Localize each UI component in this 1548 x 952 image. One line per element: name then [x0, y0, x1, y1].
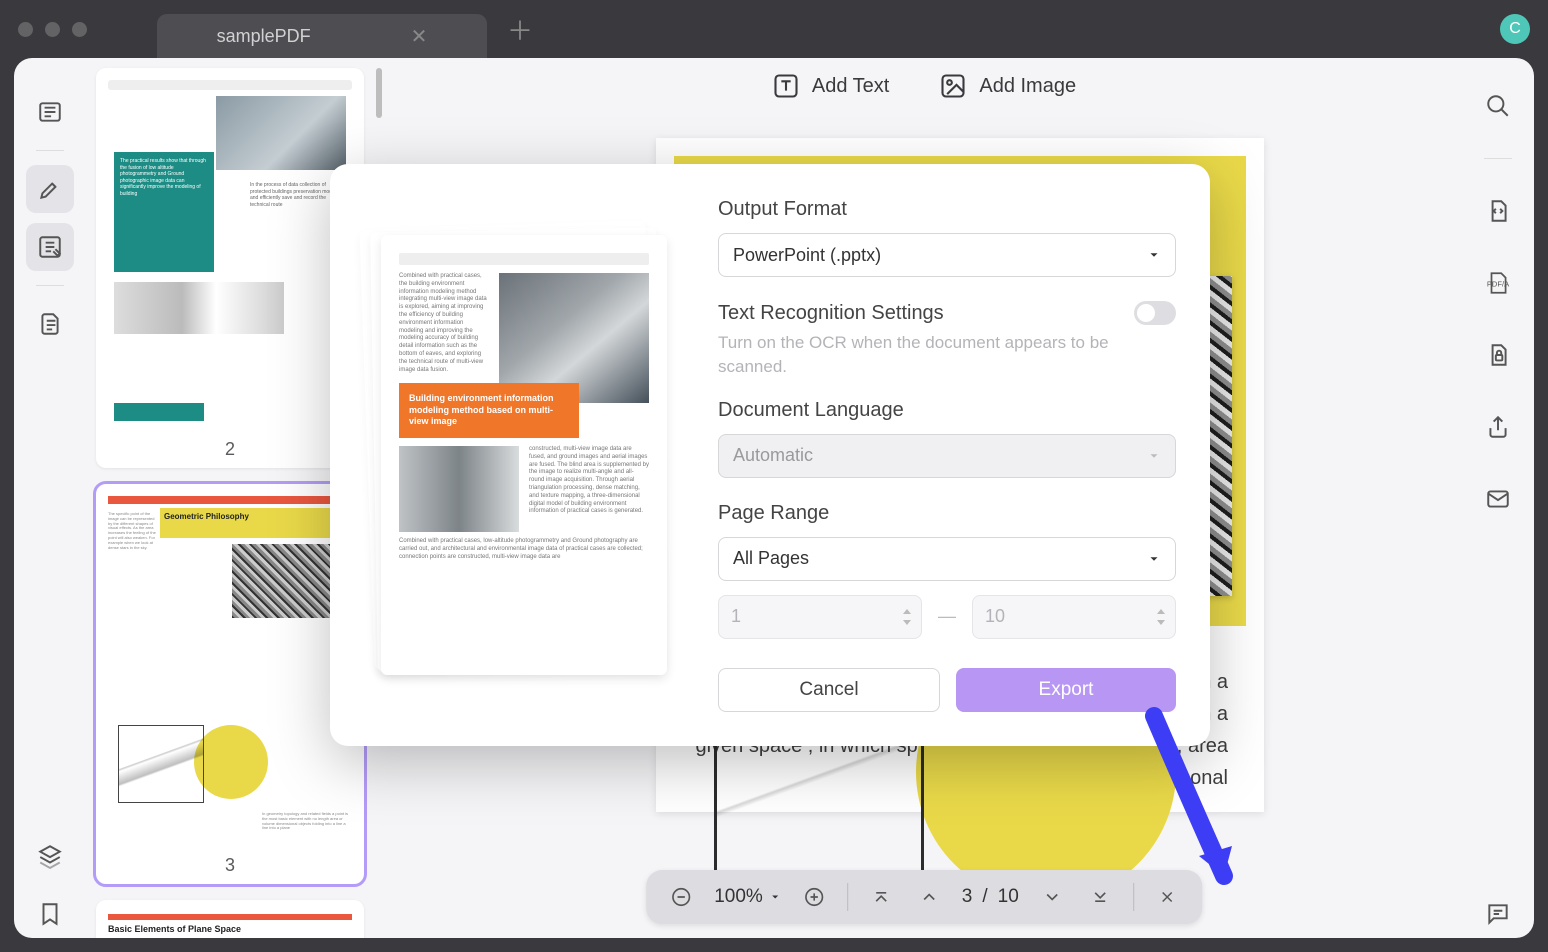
edit-toolbar: Add Text Add Image: [386, 72, 1462, 100]
separator: [847, 883, 848, 911]
ocr-label: Text Recognition Settings: [718, 302, 944, 325]
document-tab[interactable]: samplePDF ✕: [157, 14, 487, 58]
next-page-icon[interactable]: [1037, 882, 1067, 912]
ocr-hint: Turn on the OCR when the document appear…: [718, 331, 1176, 379]
traffic-min[interactable]: [45, 22, 60, 37]
highlight-tool-icon[interactable]: [26, 165, 74, 213]
edit-text-tool-icon[interactable]: [26, 223, 74, 271]
comment-icon[interactable]: [1474, 890, 1522, 938]
protect-icon[interactable]: [1474, 331, 1522, 379]
traffic-close[interactable]: [18, 22, 33, 37]
last-page-icon[interactable]: [1085, 882, 1115, 912]
page-range-select[interactable]: All Pages: [718, 537, 1176, 581]
zoom-in-icon[interactable]: [799, 882, 829, 912]
thumbnail-page-3[interactable]: Geometric Philosophy The specific point …: [96, 484, 364, 884]
preview-heading: Building environment information modelin…: [399, 383, 579, 438]
page-range-label: Page Range: [718, 502, 1176, 525]
export-dialog: Combined with practical cases, the build…: [330, 164, 1210, 746]
thumb-title: Geometric Philosophy: [160, 508, 352, 538]
thumbnail-page-number: 3: [100, 847, 360, 880]
mail-icon[interactable]: [1474, 475, 1522, 523]
search-icon[interactable]: [1474, 82, 1522, 130]
view-controls-bar: 100% 3 / 10: [646, 870, 1202, 924]
scrollbar[interactable]: [376, 68, 382, 118]
language-select: Automatic: [718, 434, 1176, 478]
zoom-out-icon[interactable]: [666, 882, 696, 912]
separator: [1133, 883, 1134, 911]
close-icon[interactable]: ✕: [411, 24, 428, 49]
separator: [36, 150, 64, 151]
thumbnail-page-4[interactable]: Basic Elements of Plane Space: [96, 900, 364, 938]
thumbnail-page-2[interactable]: The practical results show that through …: [96, 68, 364, 468]
user-avatar[interactable]: C: [1500, 14, 1530, 44]
output-format-label: Output Format: [718, 198, 1176, 221]
right-toolbar: PDF/A: [1462, 58, 1534, 938]
ocr-toggle[interactable]: [1134, 301, 1176, 325]
zoom-level-select[interactable]: 100%: [714, 886, 781, 908]
tab-title: samplePDF: [217, 26, 311, 47]
titlebar: samplePDF ✕ ＋ C: [0, 0, 1548, 58]
pages-tool-icon[interactable]: [26, 300, 74, 348]
pdfa-icon[interactable]: PDF/A: [1474, 259, 1522, 307]
prev-page-icon[interactable]: [914, 882, 944, 912]
range-to-input: 10: [972, 595, 1176, 639]
page-indicator[interactable]: 3 / 10: [962, 886, 1019, 908]
bookmark-icon[interactable]: [26, 890, 74, 938]
left-toolbar: [14, 58, 86, 938]
language-label: Document Language: [718, 399, 1176, 422]
separator: [36, 285, 64, 286]
first-page-icon[interactable]: [866, 882, 896, 912]
window-controls: [18, 22, 87, 37]
chevron-down-icon: [1147, 552, 1161, 566]
convert-icon[interactable]: [1474, 187, 1522, 235]
range-from-input: 1: [718, 595, 922, 639]
chevron-down-icon: [1147, 449, 1161, 463]
svg-text:PDF/A: PDF/A: [1487, 279, 1510, 288]
output-format-select[interactable]: PowerPoint (.pptx): [718, 233, 1176, 277]
reader-mode-icon[interactable]: [26, 88, 74, 136]
add-text-button[interactable]: Add Text: [772, 72, 889, 100]
new-tab-button[interactable]: ＋: [507, 11, 533, 48]
export-button[interactable]: Export: [956, 668, 1176, 712]
add-image-button[interactable]: Add Image: [939, 72, 1076, 100]
traffic-max[interactable]: [72, 22, 87, 37]
separator: [1484, 158, 1512, 159]
dialog-preview: Combined with practical cases, the build…: [364, 198, 684, 712]
dialog-form: Output Format PowerPoint (.pptx) Text Re…: [718, 198, 1176, 712]
layers-icon[interactable]: [26, 832, 74, 880]
close-bar-icon[interactable]: [1152, 882, 1182, 912]
cancel-button[interactable]: Cancel: [718, 668, 940, 712]
range-separator: —: [938, 606, 956, 627]
thumbnail-page-number: 2: [100, 431, 360, 464]
chevron-down-icon: [1147, 248, 1161, 262]
share-icon[interactable]: [1474, 403, 1522, 451]
